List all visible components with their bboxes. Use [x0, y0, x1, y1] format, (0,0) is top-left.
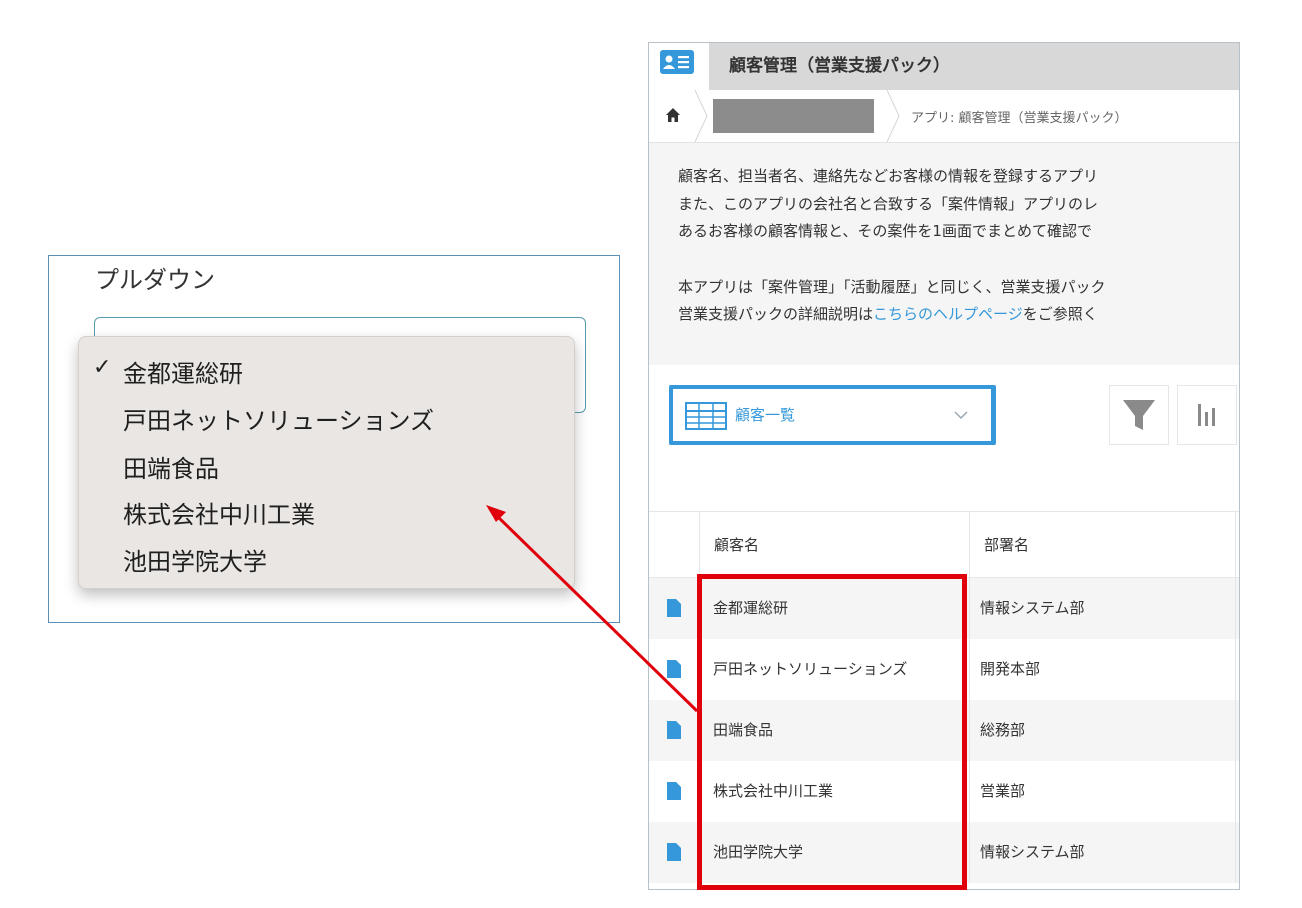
bar-chart-icon [1198, 404, 1215, 426]
header-label: 顧客名 [714, 536, 760, 554]
description-line: 営業支援パックの詳細説明はこちらのヘルプページをご参照く [678, 303, 1098, 324]
description-line: 本アプリは「案件管理」「活動履歴」と同じく、営業支援パック [678, 278, 1106, 296]
app-title: 顧客管理（営業支援パック） [729, 56, 950, 76]
description-text: をご参照く [1022, 305, 1098, 323]
chart-button[interactable] [1177, 385, 1237, 445]
view-toolbar: 顧客一覧 [649, 365, 1239, 513]
table-view-icon [685, 402, 727, 430]
app-header: 顧客管理（営業支援パック） [649, 43, 1239, 90]
view-select-inner[interactable]: 顧客一覧 [673, 389, 991, 441]
pulldown-option[interactable]: 株式会社中川工業 [123, 495, 315, 530]
table-header-blank [649, 511, 699, 578]
pulldown-panel: プルダウン ✓ 金都運総研 戸田ネットソリューションズ 田端食品 株式会社中川工… [48, 255, 620, 623]
graph-menu-button[interactable] [991, 385, 1096, 445]
cell-department: 営業部 [980, 782, 1026, 800]
view-select[interactable]: 顧客一覧 [669, 385, 1078, 445]
customer-card-icon [660, 50, 694, 74]
column-header-department[interactable]: 部署名 [969, 511, 1239, 578]
filter-button[interactable] [1109, 385, 1169, 445]
pulldown-option[interactable]: 田端食品 [123, 449, 219, 484]
breadcrumb: アプリ: 顧客管理（営業支援パック） [649, 90, 1239, 143]
pulldown-option[interactable]: 池田学院大学 [123, 542, 267, 577]
record-detail-icon[interactable] [667, 782, 681, 800]
column-divider [1235, 511, 1236, 883]
breadcrumb-separator-icon [886, 90, 900, 142]
description-line: また、このアプリの会社名と合致する「案件情報」アプリのレ [678, 195, 1099, 213]
pulldown-option[interactable]: 戸田ネットソリューションズ [123, 401, 434, 436]
breadcrumb-app[interactable]: アプリ: 顧客管理（営業支援パック） [911, 107, 1128, 126]
breadcrumb-space-masked[interactable] [713, 99, 874, 133]
pulldown-option[interactable]: 金都運総研 [123, 354, 243, 389]
app-description: 顧客名、担当者名、連絡先などお客様の情報を登録するアプリ また、このアプリの会社… [649, 143, 1239, 366]
record-detail-icon[interactable] [667, 721, 681, 739]
pulldown-title: プルダウン [95, 266, 215, 294]
record-detail-icon[interactable] [667, 843, 681, 861]
description-text: 営業支援パックの詳細説明は [678, 305, 874, 323]
cell-department: 情報システム部 [980, 599, 1085, 617]
home-icon[interactable] [663, 105, 683, 125]
cell-department: 開発本部 [980, 660, 1041, 678]
header-label: 部署名 [984, 536, 1030, 554]
help-page-link[interactable]: こちらのヘルプページ [873, 305, 1023, 323]
filter-icon [1123, 400, 1155, 430]
description-line: あるお客様の顧客情報と、その案件を1画面でまとめて確認で [678, 222, 1092, 240]
breadcrumb-separator-icon [694, 90, 708, 142]
highlight-box [697, 574, 967, 890]
chevron-down-icon [954, 411, 968, 420]
column-divider [969, 578, 970, 883]
app-icon-box [649, 43, 709, 90]
column-header-customer[interactable]: 顧客名 [699, 511, 969, 578]
cell-department: 情報システム部 [980, 843, 1085, 861]
pulldown-menu: ✓ 金都運総研 戸田ネットソリューションズ 田端食品 株式会社中川工業 池田学院… [78, 336, 575, 589]
check-icon: ✓ [93, 355, 112, 380]
record-detail-icon[interactable] [667, 660, 681, 678]
record-detail-icon[interactable] [667, 599, 681, 617]
view-select-label: 顧客一覧 [735, 406, 796, 424]
cell-department: 総務部 [980, 721, 1026, 739]
description-line: 顧客名、担当者名、連絡先などお客様の情報を登録するアプリ [678, 167, 1099, 185]
